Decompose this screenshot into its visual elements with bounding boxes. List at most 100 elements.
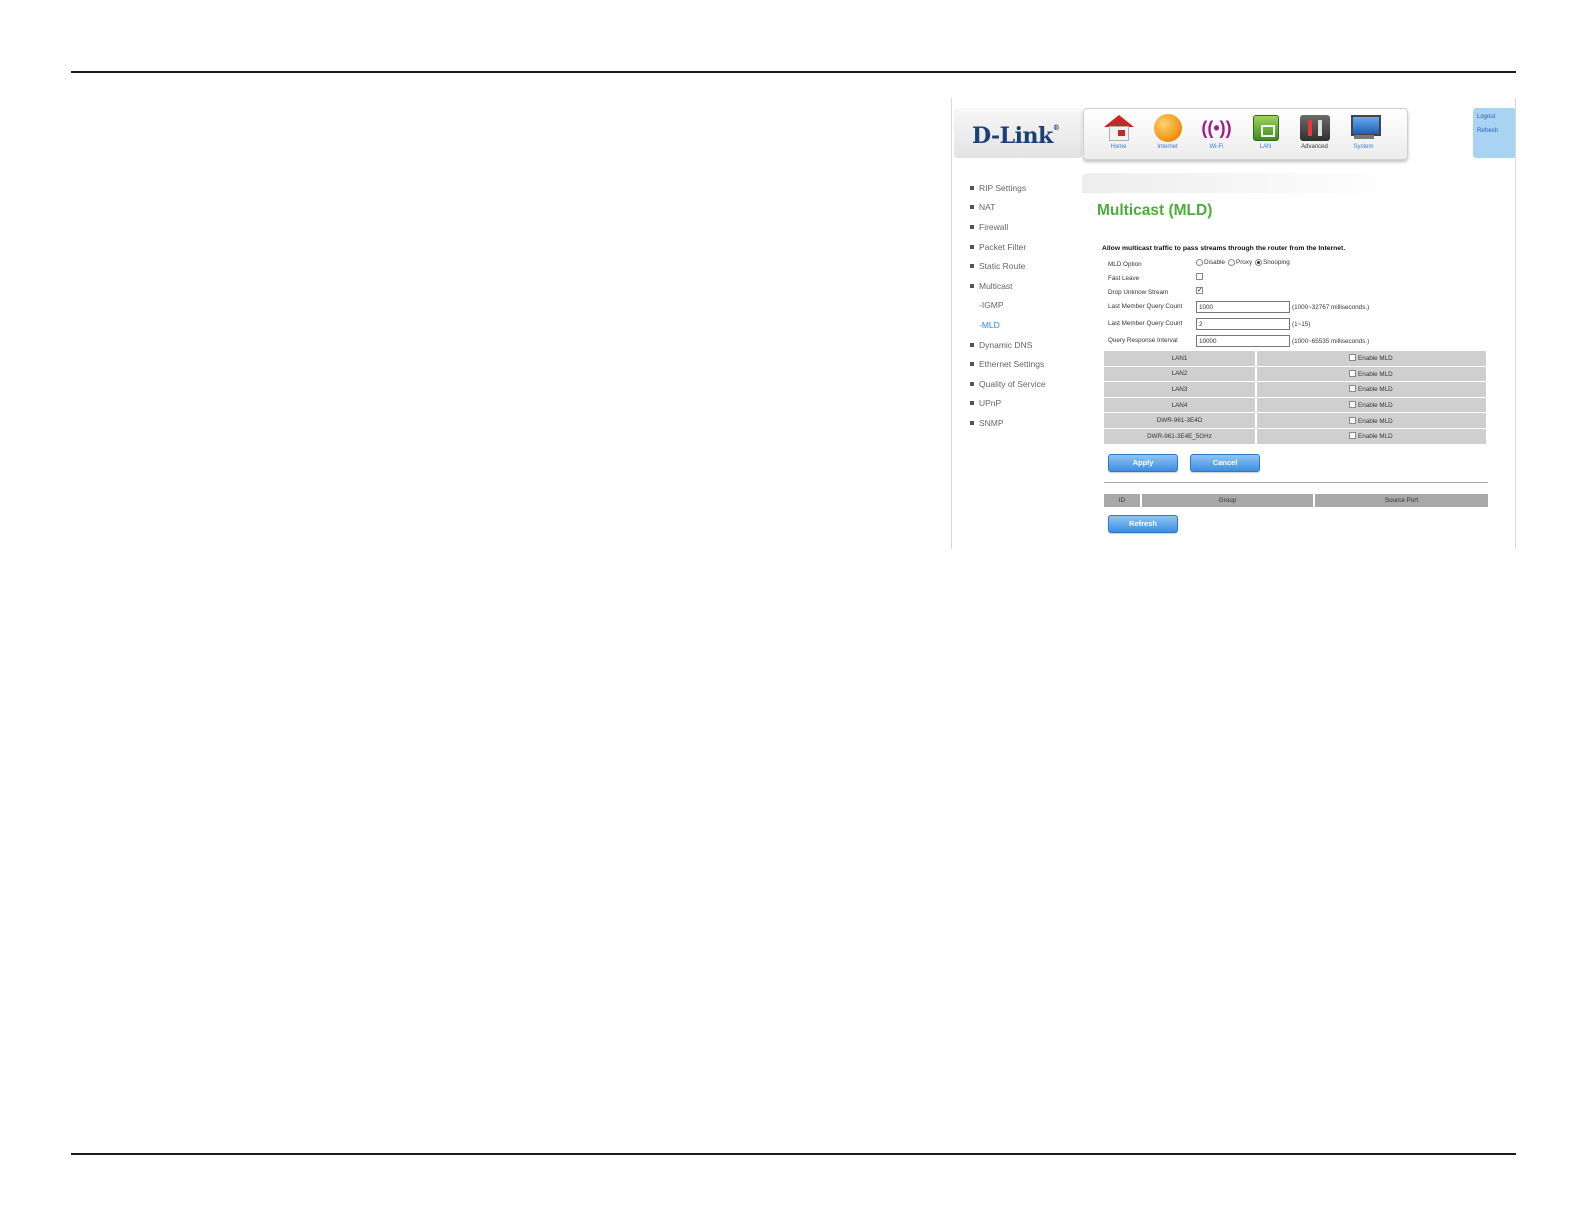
section-divider — [1104, 482, 1488, 483]
content-header-bar — [1082, 173, 1402, 193]
col-source-port: Source Port — [1315, 494, 1488, 507]
bullet-icon — [970, 420, 974, 425]
fast-leave-checkbox[interactable] — [1196, 273, 1203, 280]
nav-wifi[interactable]: ((•)) Wi-Fi — [1192, 109, 1241, 159]
mld-option-row: MLD Option Disable Proxy Snooping — [1097, 258, 1497, 272]
router-ui-screenshot: D-Link® Home Internet ((•)) Wi-Fi LAN Ad… — [951, 98, 1516, 549]
nav-system-label: System — [1353, 144, 1374, 150]
nav-internet[interactable]: Internet — [1143, 109, 1192, 159]
group-table: ID Group Source Port — [1104, 494, 1488, 507]
refresh-button[interactable]: Refresh — [1108, 515, 1178, 533]
query-response-row: Query Response Interval (1000~65535 mill… — [1097, 334, 1497, 351]
last-member-count-hint: (1~15) — [1292, 320, 1311, 328]
table-header-row: ID Group Source Port — [1104, 494, 1488, 507]
sidebar-item-multicast[interactable]: Multicast — [970, 276, 1085, 296]
table-row: LAN4 Enable MLD — [1104, 397, 1486, 413]
intro-text: Allow multicast traffic to pass streams … — [1102, 245, 1346, 252]
interface-name: DWR-961-3E4D — [1104, 413, 1257, 428]
table-row: LAN1 Enable MLD — [1104, 351, 1486, 366]
sidebar: RIP Settings NAT Firewall Packet Filter … — [970, 178, 1085, 433]
sidebar-item-packet-filter[interactable]: Packet Filter — [970, 237, 1085, 257]
sidebar-item-dynamic-dns[interactable]: Dynamic DNS — [970, 335, 1085, 355]
radio-snooping[interactable] — [1255, 259, 1263, 266]
nav-wifi-label: Wi-Fi — [1209, 144, 1224, 150]
radio-disable[interactable] — [1196, 259, 1203, 266]
mld-option-radios: Disable Proxy Snooping — [1196, 259, 1293, 266]
page-top-rule — [71, 71, 1516, 73]
interface-name: LAN2 — [1104, 366, 1257, 382]
bullet-icon — [970, 205, 974, 210]
enable-mld-checkbox-lan2[interactable] — [1349, 369, 1356, 377]
enable-mld-cell: Enable MLD — [1257, 366, 1486, 382]
last-member-interval-hint: (1000~32767 milliseconds.) — [1292, 303, 1370, 311]
page-bottom-rule — [71, 1153, 1516, 1155]
radio-snooping-label: Snooping — [1263, 259, 1290, 266]
interface-name: LAN1 — [1104, 351, 1257, 366]
sidebar-item-mld[interactable]: -MLD — [970, 315, 1085, 335]
fast-leave-row: Fast Leave — [1097, 272, 1497, 286]
query-response-label: Query Response Interval — [1108, 337, 1178, 344]
last-member-count-input[interactable] — [1196, 318, 1290, 330]
cancel-button[interactable]: Cancel — [1190, 454, 1260, 472]
home-icon — [1103, 114, 1135, 142]
drop-unknown-label: Drop Unknow Stream — [1108, 289, 1169, 296]
interface-name: LAN4 — [1104, 397, 1257, 413]
apply-button[interactable]: Apply — [1108, 454, 1178, 472]
enable-mld-cell: Enable MLD — [1257, 351, 1486, 366]
top-links-panel: Logout Refresh — [1473, 108, 1515, 158]
interface-name: DWR-961-3E4E_5GHz — [1104, 428, 1257, 444]
radio-proxy[interactable] — [1228, 259, 1235, 266]
last-member-interval-row: Last Member Query Count (1000~32767 mill… — [1097, 300, 1497, 317]
enable-mld-cell: Enable MLD — [1257, 397, 1486, 413]
nav-system[interactable]: System — [1339, 109, 1388, 159]
advanced-icon — [1299, 115, 1330, 141]
page-title: Multicast (MLD) — [1097, 202, 1213, 219]
nav-advanced[interactable]: Advanced — [1290, 109, 1339, 159]
sidebar-item-qos[interactable]: Quality of Service — [970, 374, 1085, 394]
enable-mld-checkbox-lan4[interactable] — [1349, 401, 1356, 409]
sidebar-item-firewall[interactable]: Firewall — [970, 217, 1085, 237]
main-nav: Home Internet ((•)) Wi-Fi LAN Advanced S… — [1083, 108, 1408, 160]
enable-mld-checkbox-wifi-5g[interactable] — [1349, 432, 1356, 440]
nav-lan-label: LAN — [1259, 144, 1272, 150]
interface-name: LAN3 — [1104, 382, 1257, 397]
bullet-icon — [970, 381, 974, 386]
enable-mld-checkbox-lan1[interactable] — [1349, 354, 1356, 362]
enable-mld-checkbox-lan3[interactable] — [1349, 385, 1356, 393]
nav-home[interactable]: Home — [1094, 109, 1143, 159]
bullet-icon — [970, 342, 974, 347]
logout-link[interactable]: Logout — [1477, 114, 1512, 120]
table-row: LAN2 Enable MLD — [1104, 366, 1486, 382]
nav-lan[interactable]: LAN — [1241, 109, 1290, 159]
last-member-count-row: Last Member Query Count (1~15) — [1097, 317, 1497, 334]
sidebar-item-upnp[interactable]: UPnP — [970, 394, 1085, 414]
sidebar-item-igmp[interactable]: -IGMP — [970, 296, 1085, 316]
nav-home-label: Home — [1110, 144, 1127, 150]
last-member-interval-input[interactable] — [1196, 301, 1290, 313]
interface-table: LAN1 Enable MLD LAN2 Enable MLD LAN3 Enable… — [1104, 350, 1486, 445]
col-id: ID — [1104, 494, 1142, 507]
mld-option-label: MLD Option — [1108, 261, 1142, 268]
enable-mld-checkbox-wifi-24[interactable] — [1349, 416, 1356, 424]
enable-mld-cell: Enable MLD — [1257, 382, 1486, 397]
sidebar-item-ethernet-settings[interactable]: Ethernet Settings — [970, 354, 1085, 374]
radio-disable-label: Disable — [1204, 259, 1225, 266]
drop-unknown-row: Drop Unknow Stream ✓ — [1097, 286, 1497, 300]
query-response-input[interactable] — [1196, 335, 1290, 347]
sidebar-item-rip-settings[interactable]: RIP Settings — [970, 178, 1085, 198]
refresh-link[interactable]: Refresh — [1477, 128, 1512, 134]
main-content: Multicast (MLD) Allow multicast traffic … — [1097, 198, 1497, 351]
drop-unknown-checkbox[interactable]: ✓ — [1196, 287, 1203, 294]
enable-mld-cell: Enable MLD — [1257, 428, 1486, 444]
sidebar-item-nat[interactable]: NAT — [970, 198, 1085, 218]
sidebar-item-snmp[interactable]: SNMP — [970, 413, 1085, 433]
globe-icon — [1153, 114, 1182, 142]
dlink-logo: D-Link® — [972, 123, 1060, 149]
monitor-icon — [1350, 115, 1381, 141]
nav-advanced-label: Advanced — [1301, 144, 1328, 150]
enable-mld-cell: Enable MLD — [1257, 413, 1486, 428]
mld-form: MLD Option Disable Proxy Snooping Fast L… — [1097, 258, 1497, 351]
lan-icon — [1252, 115, 1279, 141]
sidebar-item-static-route[interactable]: Static Route — [970, 256, 1085, 276]
logo-area: D-Link® — [954, 108, 1082, 158]
